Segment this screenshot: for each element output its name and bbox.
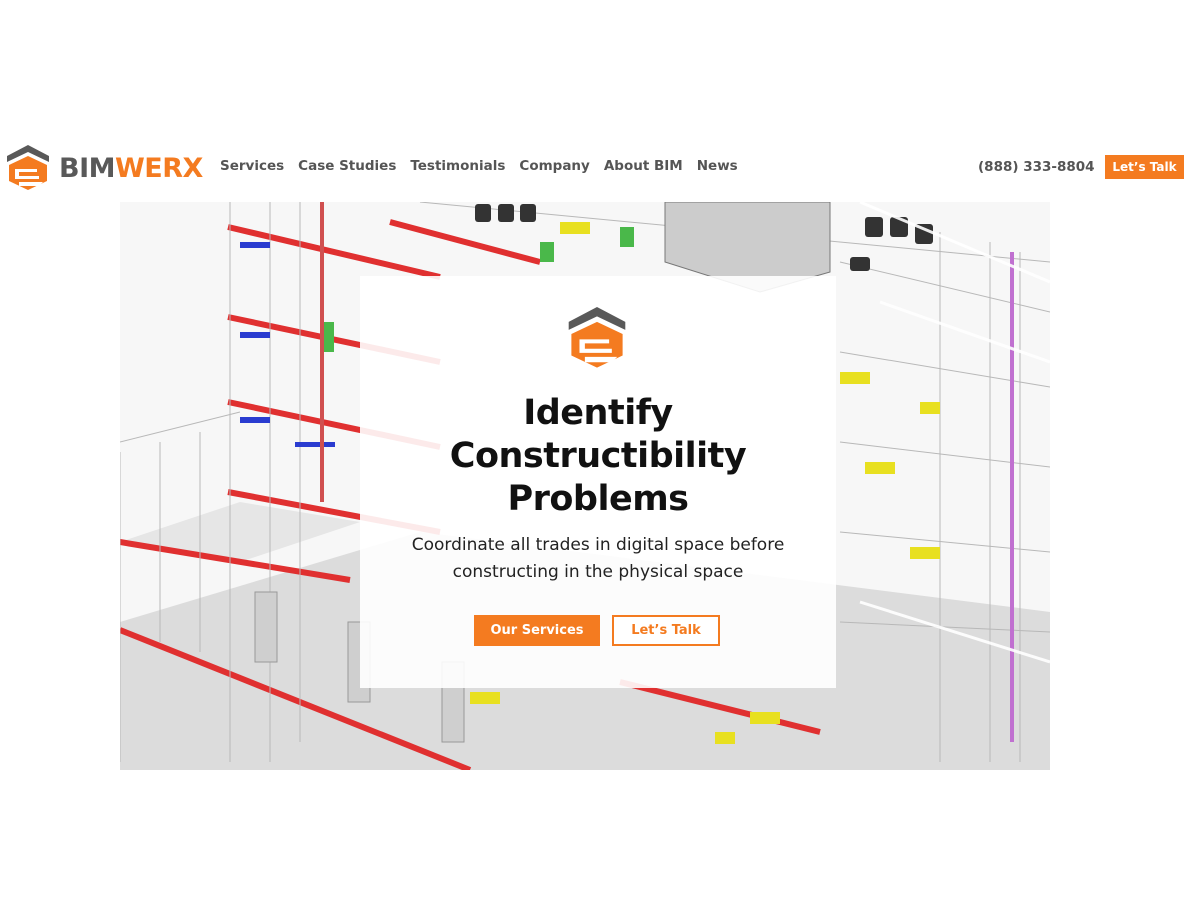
brand-name-werx: WERX: [115, 152, 203, 184]
nav-item-company[interactable]: Company: [519, 158, 589, 174]
bimwerx-logo-icon: [568, 307, 626, 368]
nav-item-services[interactable]: Services: [220, 158, 284, 174]
brand-logo[interactable]: BIMWERX: [5, 143, 203, 193]
nav-item-about-bim[interactable]: About BIM: [604, 158, 683, 174]
nav-item-testimonials[interactable]: Testimonials: [410, 158, 505, 174]
brand-wordmark: BIMWERX: [59, 155, 203, 182]
hero-title: Identify Constructibility Problems: [360, 392, 836, 521]
bimwerx-logo-icon: [7, 145, 49, 190]
hero-section: Identify Constructibility Problems Coord…: [120, 202, 1050, 770]
nav-item-news[interactable]: News: [697, 158, 738, 174]
lets-talk-hero-button[interactable]: Let’s Talk: [612, 615, 720, 646]
lets-talk-header-button[interactable]: Let’s Talk: [1105, 155, 1184, 179]
nav-item-case-studies[interactable]: Case Studies: [298, 158, 396, 174]
hero-title-line-1: Identify: [523, 393, 673, 433]
our-services-button[interactable]: Our Services: [474, 615, 600, 646]
site-header: BIMWERX Services Case Studies Testimonia…: [0, 138, 1200, 200]
phone-number-link[interactable]: (888) 333-8804: [978, 159, 1095, 175]
brand-name-bim: BIM: [59, 152, 116, 184]
hero-subtitle: Coordinate all trades in digital space b…: [380, 532, 816, 586]
hero-card: Identify Constructibility Problems Coord…: [360, 276, 836, 688]
hero-title-line-2: Constructibility: [449, 436, 747, 476]
hero-title-line-3: Problems: [507, 479, 689, 519]
hero-subtitle-line-1: Coordinate all trades in digital space b…: [411, 535, 785, 555]
main-nav: Services Case Studies Testimonials Compa…: [220, 158, 752, 174]
hero-subtitle-line-2: constructing in the physical space: [452, 562, 744, 582]
